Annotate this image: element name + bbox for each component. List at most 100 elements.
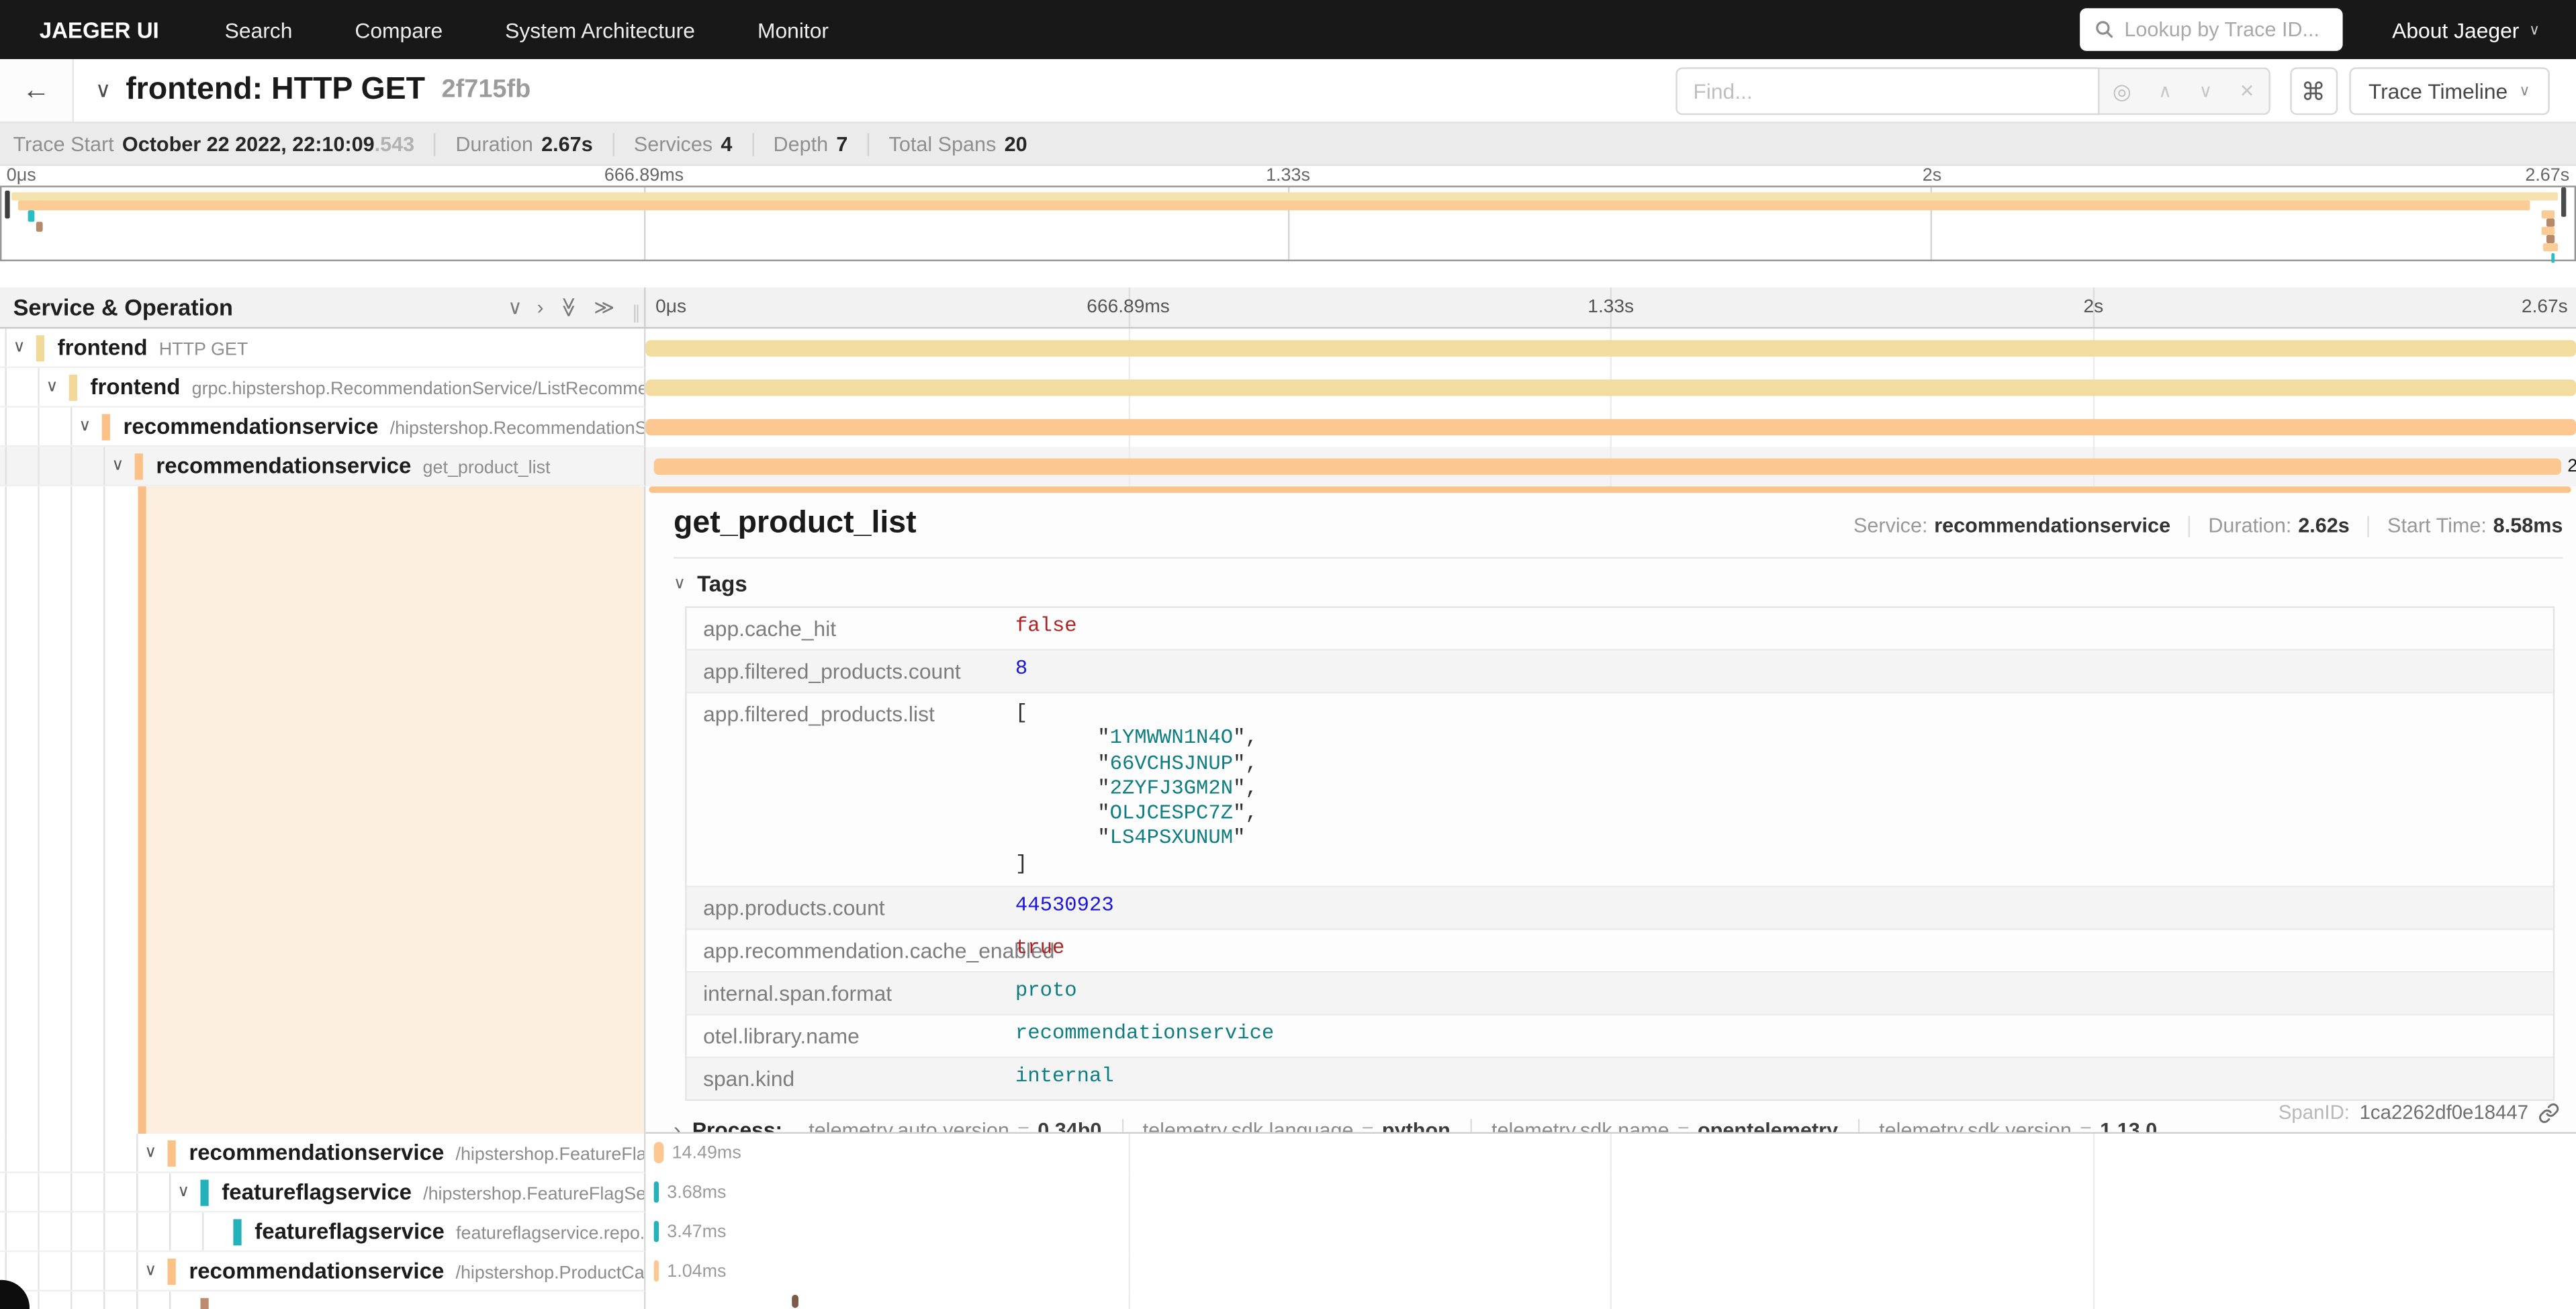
span-row-featureflagservice-get[interactable]: ∨ featureflagservice/hipstershop.Feature… (0, 1173, 2576, 1213)
process-key: telemetry.sdk.language (1143, 1118, 1354, 1134)
duration-value: 2.67s (541, 132, 593, 155)
operation-name: /hipstershop.FeatureFlagService/Ge… (423, 1185, 644, 1204)
span-bar[interactable] (645, 340, 2576, 356)
about-jaeger-menu[interactable]: About Jaeger ∨ (2392, 17, 2540, 42)
span-duration-label: 14.49ms (672, 1134, 741, 1173)
span-id-value: 1ca2262df0e18447 (2360, 1101, 2528, 1124)
back-arrow-icon: ← (22, 74, 50, 107)
trace-id-short: 2f715fb (442, 76, 531, 105)
minimap-span-cluster (2546, 218, 2555, 226)
trace-minimap[interactable] (0, 185, 2576, 261)
collapse-all-icon[interactable]: ≫ (557, 297, 580, 318)
span-row-frontend-http-get[interactable]: ∨ frontendHTTP GET (0, 328, 2576, 368)
total-spans-value: 20 (1005, 132, 1027, 155)
find-input[interactable]: Find... (1675, 67, 2099, 115)
minimap-left-drag-handle[interactable] (5, 191, 9, 219)
span-row-frontend-grpc[interactable]: ∨ frontendgrpc.hipstershop.Recommendatio… (0, 368, 2576, 408)
tick-label: 0μs (7, 166, 36, 185)
span-rows-bottom: ∨ recommendationservice/hipstershop.Feat… (0, 1134, 2576, 1309)
trace-title: frontend: HTTP GET (126, 73, 425, 109)
span-detail-accent-strip (649, 486, 2571, 492)
link-icon[interactable] (2538, 1101, 2560, 1123)
span-row-recommendation-list[interactable]: ∨ recommendationservice/hipstershop.Reco… (0, 408, 2576, 447)
depth-label: Depth (774, 132, 829, 155)
minimap-span-teal (27, 210, 34, 221)
command-icon: ⌘ (2301, 77, 2326, 106)
process-value: python (1382, 1118, 1451, 1134)
operation-name: /hipstershop.RecommendationService/Lis… (390, 419, 644, 439)
back-button[interactable]: ← (0, 59, 74, 122)
tag-row: span.kind internal (687, 1058, 2553, 1099)
process-value: 0.34b0 (1038, 1118, 1101, 1134)
chevron-down-icon: ∨ (2529, 21, 2540, 39)
span-color-bar (138, 486, 146, 1134)
span-table-header: Service & Operation ∨ › ≫ ≫ ∥ 0μs 666.89… (0, 287, 2576, 328)
chevron-down-icon: ∨ (2519, 82, 2530, 100)
tag-key: app.products.count (687, 887, 1015, 928)
span-detail-left-column (0, 486, 645, 1134)
tag-row: app.products.count 44530923 (687, 887, 2553, 930)
expand-all-icon[interactable]: ≫ (594, 296, 614, 318)
nav-item-search[interactable]: Search (225, 17, 293, 42)
span-row-get-product-list[interactable]: ∨ recommendationserviceget_product_list … (0, 447, 2576, 486)
minimap-span-brown (36, 222, 42, 232)
service-name: frontend (58, 335, 148, 360)
span-row-featureflag-repo-query[interactable]: featureflagservicefeatureflagservice.rep… (0, 1212, 2576, 1252)
tag-key: app.filtered_products.list (687, 693, 1015, 885)
column-resize-handle[interactable]: ∥ (632, 302, 641, 324)
service-name: recommendationservice (189, 1259, 444, 1283)
search-icon (2095, 19, 2114, 39)
next-match-icon[interactable]: ∨ (2199, 81, 2212, 102)
span-bar[interactable] (654, 1260, 659, 1281)
operation-name: HTTP GET (159, 340, 248, 359)
tag-key: app.cache_hit (687, 608, 1015, 649)
trace-id-lookup-input[interactable]: Lookup by Trace ID... (2080, 8, 2342, 51)
find-placeholder: Find... (1693, 79, 1752, 103)
collapse-trace-chevron-icon[interactable]: ∨ (95, 77, 111, 103)
app-logo[interactable]: JAEGER UI (40, 17, 159, 42)
service-color-stub (200, 1297, 208, 1308)
tag-value: 44530923 (1015, 887, 1114, 928)
keyboard-shortcuts-button[interactable]: ⌘ (2289, 67, 2337, 115)
span-bar[interactable] (792, 1295, 799, 1308)
start-time-value: 8.58ms (2493, 514, 2563, 537)
span-row-productcatalog-call[interactable]: ∨ recommendationservice/hipstershop.Prod… (0, 1252, 2576, 1292)
prev-match-icon[interactable]: ∧ (2158, 81, 2172, 102)
tags-section-toggle[interactable]: ∨ Tags (674, 572, 2563, 596)
tag-value-json: [ "1YMWWN1N4O", "66VCHSJNUP", "2ZYFJ3GM2… (1015, 693, 1258, 885)
span-bar[interactable] (645, 419, 2576, 435)
span-duration-label: 3.68ms (667, 1173, 726, 1213)
span-bar[interactable] (654, 1181, 659, 1203)
trace-page-header: ← ∨ frontend: HTTP GET 2f715fb Find... ◎… (0, 59, 2576, 123)
span-row-partial[interactable] (0, 1292, 2576, 1309)
services-label: Services (634, 132, 712, 155)
minimap-right-drag-handle[interactable] (2561, 187, 2566, 216)
trace-id-lookup-placeholder: Lookup by Trace ID... (2124, 18, 2319, 41)
operation-name: grpc.hipstershop.RecommendationService/L… (192, 379, 644, 399)
focus-match-icon[interactable]: ◎ (2113, 78, 2131, 104)
process-key: telemetry.sdk.name (1491, 1118, 1669, 1134)
span-bar[interactable] (645, 379, 2576, 396)
span-row-featureflag-call[interactable]: ∨ recommendationservice/hipstershop.Feat… (0, 1134, 2576, 1173)
trace-view-selector[interactable]: Trace Timeline ∨ (2348, 67, 2549, 115)
nav-item-compare[interactable]: Compare (355, 17, 443, 42)
expand-one-icon[interactable]: › (537, 296, 544, 318)
span-bar[interactable] (654, 1142, 664, 1163)
chevron-down-icon: ∨ (674, 575, 686, 593)
span-bar[interactable] (654, 1221, 659, 1243)
find-controls: ◎ ∧ ∨ ✕ (2099, 67, 2270, 115)
tick-label: 666.89ms (604, 166, 684, 185)
tag-value: internal (1015, 1058, 1114, 1099)
tick-label: 1.33s (1588, 298, 1634, 317)
trace-meta-bar: Trace Start October 22 2022, 22:10:09.54… (0, 123, 2576, 166)
process-value: opentelemetry (1698, 1118, 1838, 1134)
nav-item-system-architecture[interactable]: System Architecture (505, 17, 695, 42)
nav-item-monitor[interactable]: Monitor (757, 17, 829, 42)
collapse-one-icon[interactable]: ∨ (508, 296, 522, 318)
span-duration-label: 2.62s (2567, 447, 2576, 486)
clear-find-icon[interactable]: ✕ (2240, 81, 2255, 102)
jaeger-trace-page: JAEGER UI Search Compare System Architec… (0, 0, 2576, 1309)
span-bar[interactable] (654, 459, 2561, 475)
span-detail-meta: Service:recommendationservice Duration:2… (1853, 514, 2563, 537)
service-name: featureflagservice (222, 1180, 412, 1205)
